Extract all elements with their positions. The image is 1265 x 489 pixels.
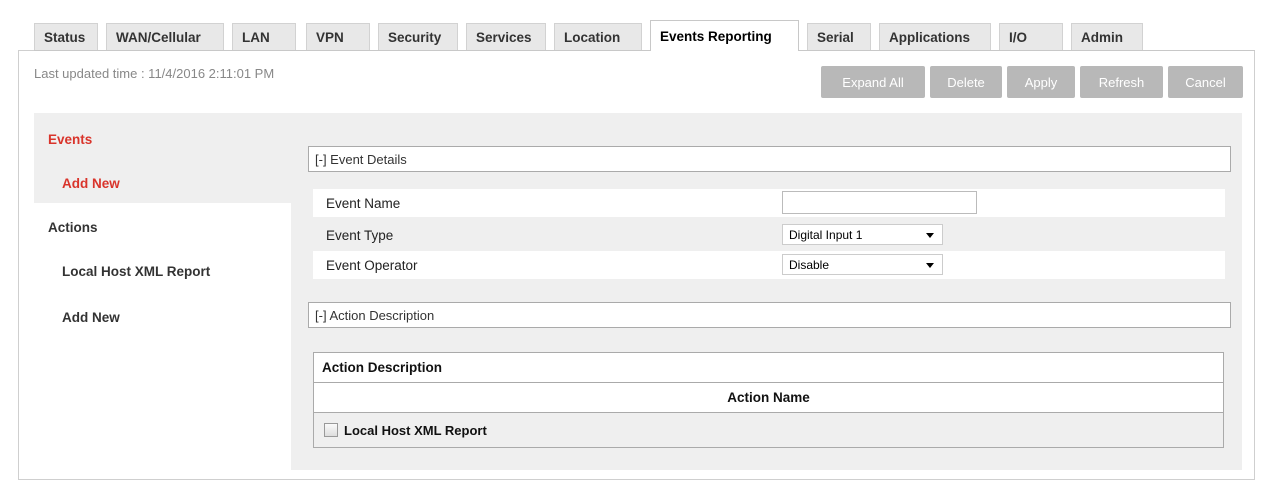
sidebar-item-actions[interactable]: Actions [48, 220, 98, 235]
table-title: Action Description [314, 353, 1223, 383]
tab-serial[interactable]: Serial [807, 23, 871, 50]
event-details-header[interactable]: [-] Event Details [308, 146, 1231, 172]
table-row: Local Host XML Report [314, 413, 1223, 447]
event-operator-row: Event Operator Disable [313, 251, 1225, 279]
sidebar-item-local-host-xml-report[interactable]: Local Host XML Report [62, 264, 210, 279]
action-description-header[interactable]: [-] Action Description [308, 302, 1231, 328]
last-updated-text: Last updated time : 11/4/2016 2:11:01 PM [34, 66, 275, 81]
refresh-button[interactable]: Refresh [1080, 66, 1163, 98]
tab-admin[interactable]: Admin [1071, 23, 1143, 50]
table-row-label: Local Host XML Report [344, 422, 487, 438]
tab-io[interactable]: I/O [999, 23, 1063, 50]
apply-button[interactable]: Apply [1007, 66, 1075, 98]
event-type-select[interactable]: Digital Input 1 [782, 224, 943, 245]
local-host-xml-report-checkbox[interactable] [324, 423, 338, 437]
cancel-button[interactable]: Cancel [1168, 66, 1243, 98]
tab-location[interactable]: Location [554, 23, 642, 50]
tab-wan-cellular[interactable]: WAN/Cellular [106, 23, 224, 50]
tab-status[interactable]: Status [34, 23, 98, 50]
tab-lan[interactable]: LAN [232, 23, 296, 50]
chevron-down-icon [926, 233, 934, 238]
tab-divider [34, 50, 1255, 51]
app-frame: Status WAN/Cellular LAN VPN Security Ser… [0, 0, 1265, 489]
main-tabs: Status WAN/Cellular LAN VPN Security Ser… [34, 20, 1234, 51]
tab-applications[interactable]: Applications [879, 23, 991, 50]
delete-button[interactable]: Delete [930, 66, 1002, 98]
event-type-row: Event Type Digital Input 1 [313, 221, 1225, 249]
event-name-row: Event Name [313, 189, 1225, 217]
event-operator-label: Event Operator [326, 257, 418, 273]
tab-services[interactable]: Services [466, 23, 546, 50]
expand-all-button[interactable]: Expand All [821, 66, 925, 98]
event-type-label: Event Type [326, 227, 394, 243]
tab-vpn[interactable]: VPN [306, 23, 370, 50]
event-type-value: Digital Input 1 [789, 227, 863, 242]
event-name-input[interactable] [782, 191, 977, 214]
tab-security[interactable]: Security [378, 23, 458, 50]
sidebar-item-events[interactable]: Events [48, 132, 92, 147]
sidebar-item-actions-add-new[interactable]: Add New [62, 310, 120, 325]
event-operator-value: Disable [789, 257, 830, 272]
action-description-table: Action Description Action Name Local Hos… [313, 352, 1224, 448]
event-name-label: Event Name [326, 195, 401, 211]
column-header-action-name: Action Name [314, 383, 1223, 413]
chevron-down-icon [926, 263, 934, 268]
sidebar-item-events-add-new[interactable]: Add New [62, 176, 120, 191]
event-operator-select[interactable]: Disable [782, 254, 943, 275]
tab-events-reporting[interactable]: Events Reporting [650, 20, 799, 51]
